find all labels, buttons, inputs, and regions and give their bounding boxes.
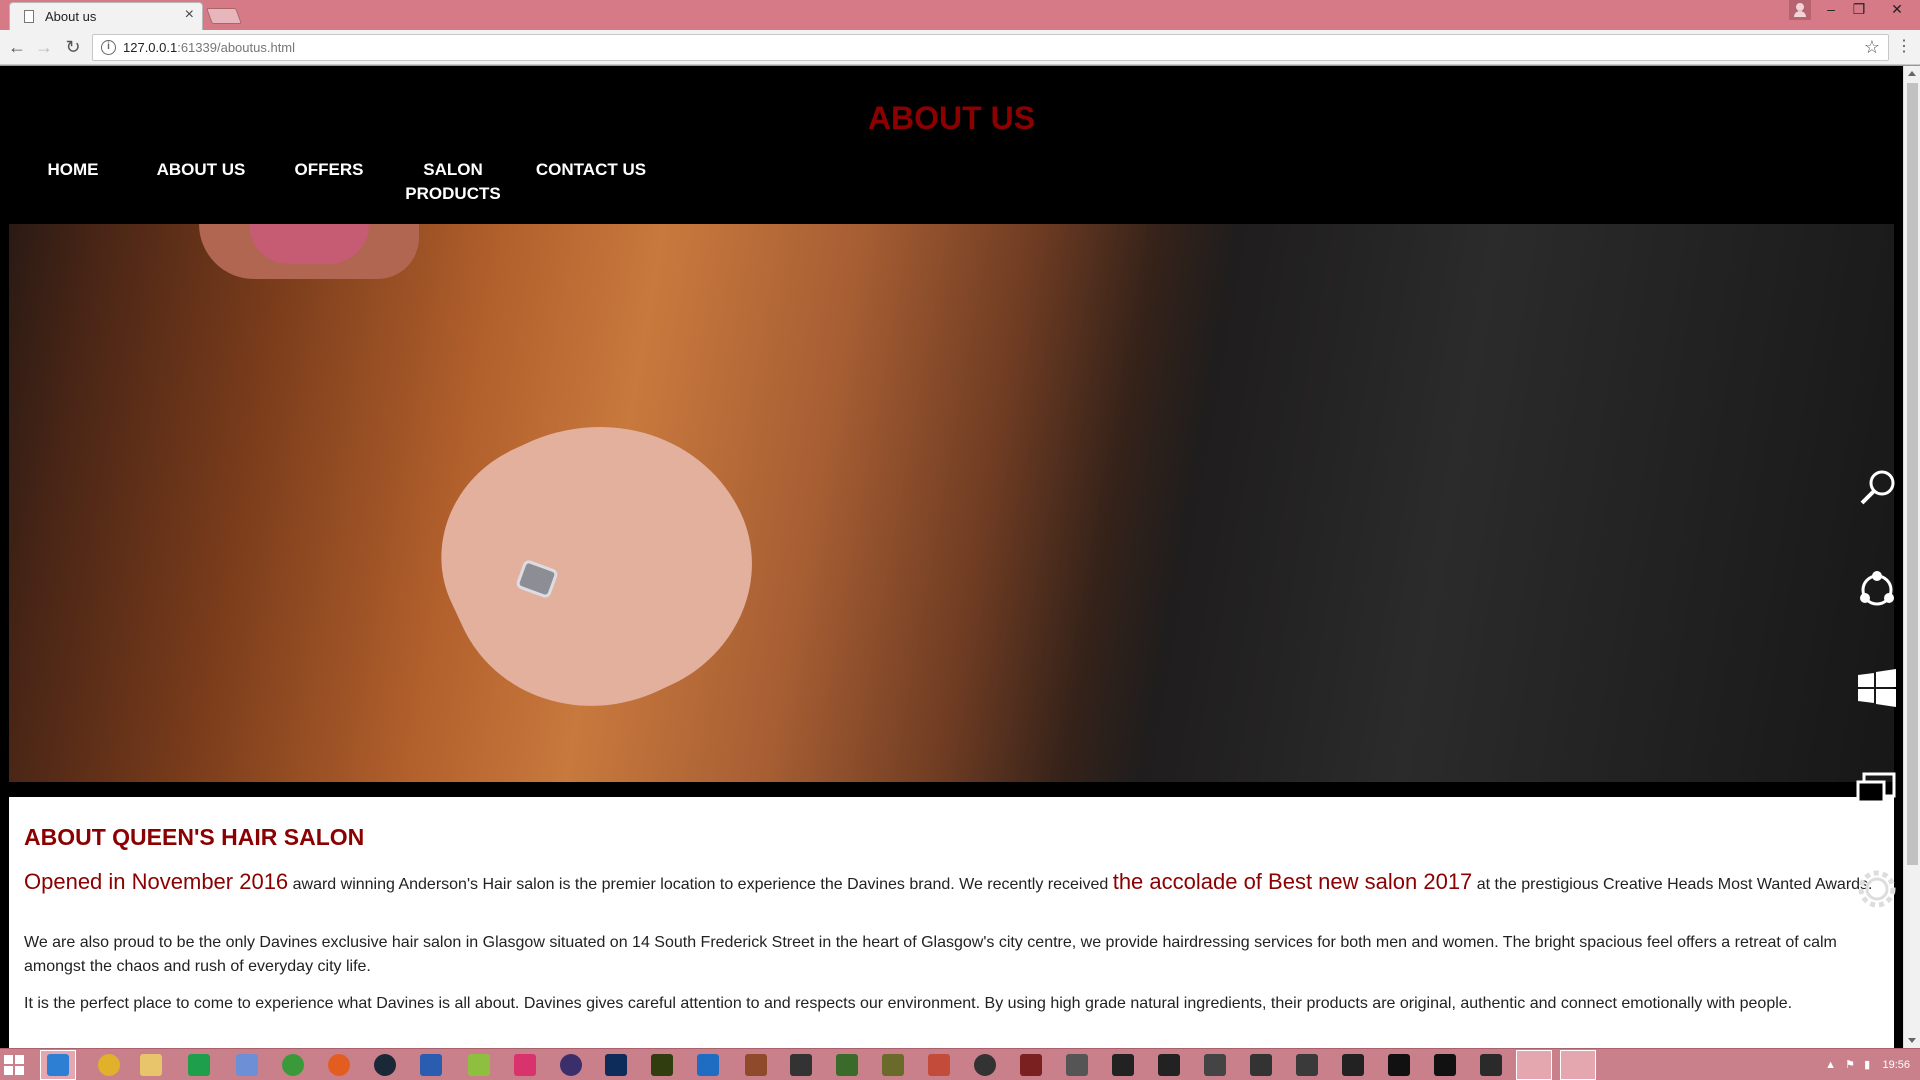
back-button[interactable]: ← bbox=[5, 36, 29, 60]
url-text: 127.0.0.1:61339/aboutus.html bbox=[123, 40, 296, 55]
nav-offers[interactable]: OFFERS bbox=[265, 158, 393, 182]
site-header: ABOUT US HOME ABOUT US OFFERS SALON PROD… bbox=[0, 66, 1903, 224]
close-window-button[interactable]: ✕ bbox=[1884, 0, 1910, 20]
app-icon[interactable] bbox=[468, 1054, 490, 1076]
tab-title: About us bbox=[45, 9, 97, 24]
game-icon[interactable] bbox=[1204, 1054, 1226, 1076]
game-icon[interactable] bbox=[928, 1054, 950, 1076]
vertical-scrollbar[interactable] bbox=[1903, 66, 1920, 1048]
hero-image bbox=[9, 224, 1894, 790]
browser-titlebar: About us × ‒ ❐ ✕ bbox=[0, 0, 1920, 30]
browser-toolbar: ← → ↻ i 127.0.0.1:61339/aboutus.html ☆ bbox=[0, 30, 1920, 65]
about-paragraph-1: Opened in November 2016 award winning An… bbox=[24, 869, 1873, 894]
settings-icon[interactable] bbox=[1854, 866, 1900, 912]
photoshop-icon[interactable] bbox=[605, 1054, 627, 1076]
network-icon[interactable]: ▮ bbox=[1864, 1059, 1870, 1071]
app-icon[interactable] bbox=[560, 1054, 582, 1076]
taskbar-chrome-button[interactable] bbox=[1560, 1050, 1596, 1080]
app-icon[interactable] bbox=[697, 1054, 719, 1076]
action-center-icon[interactable]: ⚑ bbox=[1845, 1059, 1855, 1071]
share-icon[interactable] bbox=[1854, 567, 1900, 613]
nav-salon-products[interactable]: SALON PRODUCTS bbox=[393, 158, 513, 206]
app-icon[interactable] bbox=[188, 1054, 210, 1076]
app-icon[interactable] bbox=[328, 1054, 350, 1076]
steam-icon[interactable] bbox=[374, 1054, 396, 1076]
minimize-button[interactable]: ‒ bbox=[1818, 0, 1844, 20]
game-icon[interactable] bbox=[1342, 1054, 1364, 1076]
page-title: ABOUT US bbox=[867, 100, 1036, 136]
nav-contact-us[interactable]: CONTACT US bbox=[521, 158, 661, 182]
devices-icon[interactable] bbox=[1854, 766, 1900, 812]
scroll-thumb[interactable] bbox=[1907, 83, 1918, 865]
page-viewport: ABOUT US HOME ABOUT US OFFERS SALON PROD… bbox=[0, 66, 1920, 1048]
new-tab-button[interactable] bbox=[206, 8, 242, 24]
browser-tab[interactable]: About us × bbox=[9, 2, 203, 30]
game-icon[interactable] bbox=[1250, 1054, 1272, 1076]
windows-taskbar: ▲ ⚑ ▮ 19:56 bbox=[0, 1048, 1920, 1080]
game-icon[interactable] bbox=[1066, 1054, 1088, 1076]
file-explorer-icon[interactable] bbox=[140, 1054, 162, 1076]
page-icon bbox=[24, 10, 34, 23]
address-bar[interactable]: i 127.0.0.1:61339/aboutus.html ☆ bbox=[92, 34, 1889, 61]
forward-button[interactable]: → bbox=[32, 36, 56, 60]
info-icon[interactable]: i bbox=[101, 40, 116, 55]
tray-expand-icon[interactable]: ▲ bbox=[1825, 1059, 1836, 1071]
game-icon[interactable] bbox=[974, 1054, 996, 1076]
game-icon[interactable] bbox=[1020, 1054, 1042, 1076]
ie-icon[interactable] bbox=[47, 1054, 69, 1076]
game-icon[interactable] bbox=[882, 1054, 904, 1076]
game-icon[interactable] bbox=[1158, 1054, 1180, 1076]
bookmark-star-icon[interactable]: ☆ bbox=[1864, 37, 1880, 58]
game-icon[interactable] bbox=[745, 1054, 767, 1076]
about-heading: ABOUT QUEEN'S HAIR SALON bbox=[24, 824, 365, 850]
about-content: ABOUT QUEEN'S HAIR SALON Opened in Novem… bbox=[9, 797, 1894, 1048]
chrome-app-icon[interactable] bbox=[98, 1054, 120, 1076]
nav-home[interactable]: HOME bbox=[9, 158, 137, 182]
scroll-down-icon[interactable] bbox=[1908, 1038, 1916, 1043]
about-paragraph-2: We are also proud to be the only Davines… bbox=[24, 934, 1837, 975]
tab-close-button[interactable]: × bbox=[185, 6, 194, 24]
app-icon[interactable] bbox=[514, 1054, 536, 1076]
windows-start-icon[interactable] bbox=[1854, 665, 1900, 711]
game-icon[interactable] bbox=[1388, 1054, 1410, 1076]
about-paragraph-3: It is the perfect place to come to exper… bbox=[24, 995, 1793, 1012]
game-icon[interactable] bbox=[1434, 1054, 1456, 1076]
start-button[interactable] bbox=[4, 1055, 24, 1075]
app-icon[interactable] bbox=[420, 1054, 442, 1076]
game-icon[interactable] bbox=[1112, 1054, 1134, 1076]
dreamweaver-icon[interactable] bbox=[651, 1054, 673, 1076]
game-icon[interactable] bbox=[1480, 1054, 1502, 1076]
search-icon[interactable] bbox=[1854, 466, 1900, 512]
app-icon[interactable] bbox=[282, 1054, 304, 1076]
game-icon[interactable] bbox=[1296, 1054, 1318, 1076]
taskbar-explorer-button[interactable] bbox=[1516, 1050, 1552, 1080]
app-icon[interactable] bbox=[236, 1054, 258, 1076]
profile-icon[interactable] bbox=[1789, 0, 1811, 20]
restore-button[interactable]: ❐ bbox=[1846, 0, 1872, 20]
scroll-up-icon[interactable] bbox=[1908, 71, 1916, 76]
nav-about-us[interactable]: ABOUT US bbox=[137, 158, 265, 182]
system-tray: ▲ ⚑ ▮ 19:56 bbox=[1825, 1058, 1910, 1071]
game-icon[interactable] bbox=[836, 1054, 858, 1076]
game-icon[interactable] bbox=[790, 1054, 812, 1076]
clock[interactable]: 19:56 bbox=[1882, 1059, 1910, 1071]
reload-button[interactable]: ↻ bbox=[61, 36, 85, 60]
chrome-menu-icon[interactable]: ⋮ bbox=[1896, 36, 1912, 56]
